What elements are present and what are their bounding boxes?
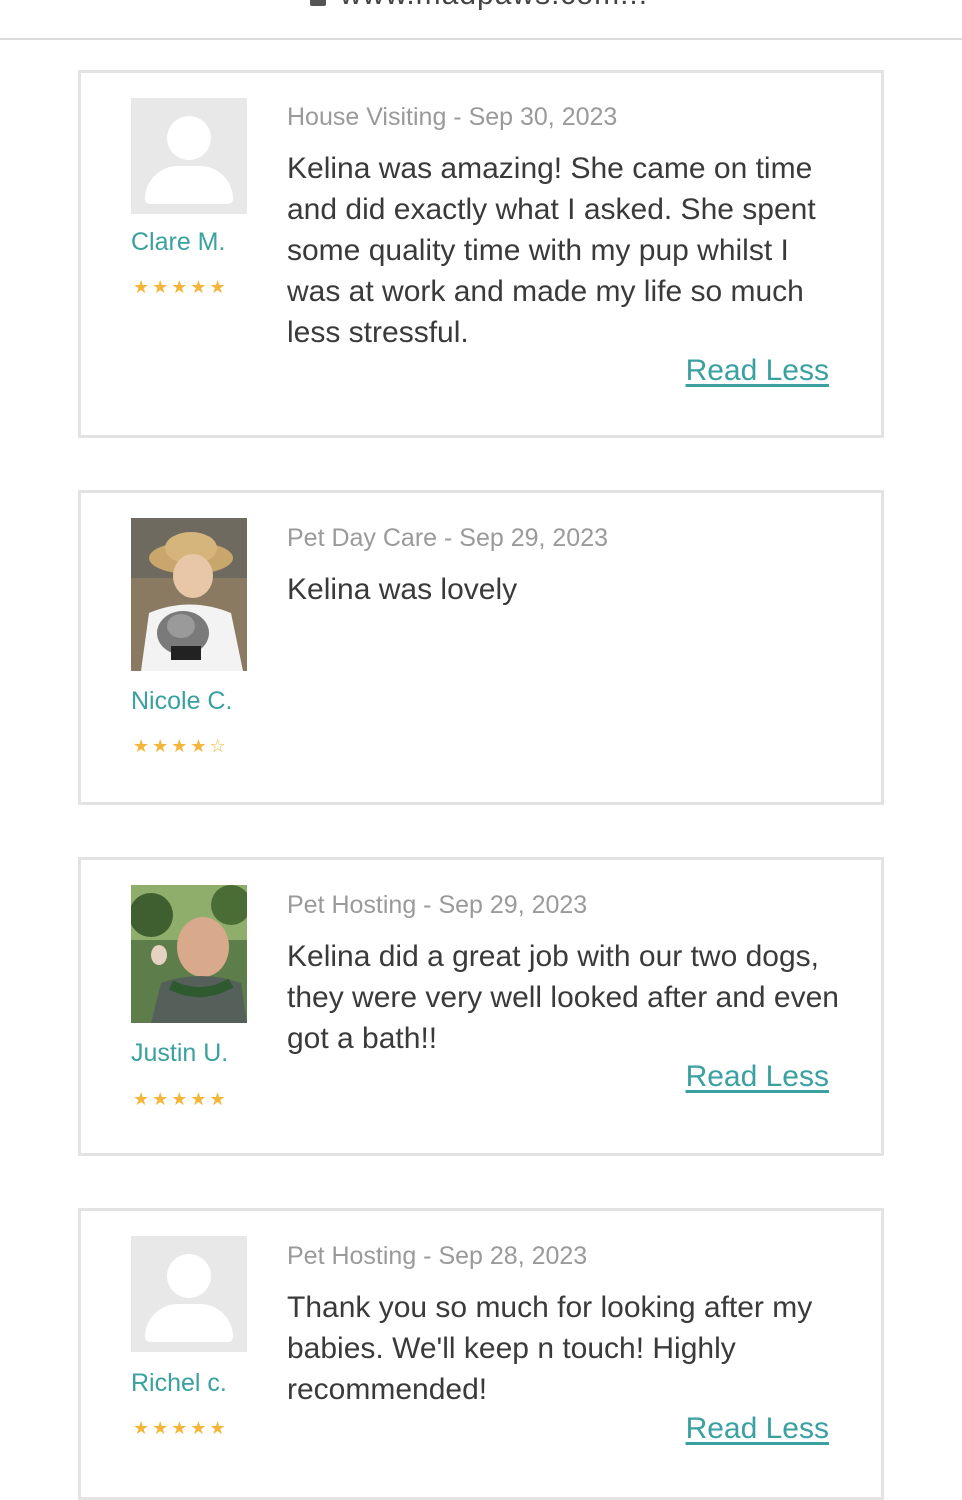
review-card: Richel c. ★★★★★ Pet Hosting - Sep 28, 20… (78, 1208, 884, 1500)
service-date: House Visiting - Sep 30, 2023 (287, 103, 618, 131)
avatar-placeholder[interactable] (131, 1236, 247, 1352)
review-card: Justin U. ★★★★★ Pet Hosting - Sep 29, 20… (78, 857, 884, 1156)
profile-photo (131, 518, 247, 671)
reviewer-name[interactable]: Richel c. (131, 1369, 227, 1398)
user-silhouette-icon (167, 116, 211, 160)
reviewer-name[interactable]: Clare M. (131, 228, 225, 257)
review-card: Nicole C. ★★★★☆ Pet Day Care - Sep 29, 2… (78, 490, 884, 805)
review-text: Kelina was amazing! She came on time and… (287, 152, 816, 349)
review-text: Kelina did a great job with our two dogs… (287, 940, 839, 1055)
profile-photo (131, 885, 247, 1023)
reviewer-name[interactable]: Justin U. (131, 1039, 228, 1068)
read-less-link[interactable]: Read Less (686, 1060, 829, 1094)
review-text: Thank you so much for looking after my b… (287, 1291, 813, 1406)
avatar[interactable] (131, 518, 247, 671)
browser-address-bar[interactable]: www.madpaws.com... (0, 0, 962, 40)
read-less-link[interactable]: Read Less (686, 1412, 829, 1446)
star-rating: ★★★★☆ (133, 736, 229, 756)
review-text: Kelina was lovely (287, 573, 518, 606)
star-rating: ★★★★★ (133, 277, 229, 297)
avatar[interactable] (131, 885, 247, 1023)
reviewer-name[interactable]: Nicole C. (131, 687, 232, 716)
service-date: Pet Day Care - Sep 29, 2023 (287, 524, 609, 552)
service-date: Pet Hosting - Sep 29, 2023 (287, 891, 588, 919)
star-rating: ★★★★★ (133, 1089, 229, 1109)
url-text[interactable]: www.madpaws.com... (340, 0, 648, 12)
review-card: Clare M. ★★★★★ House Visiting - Sep 30, … (78, 70, 884, 438)
user-silhouette-icon (167, 1254, 211, 1298)
lock-icon (310, 0, 326, 6)
read-less-link[interactable]: Read Less (686, 354, 829, 388)
avatar-placeholder[interactable] (131, 98, 247, 214)
service-date: Pet Hosting - Sep 28, 2023 (287, 1242, 588, 1270)
star-rating: ★★★★★ (133, 1418, 229, 1438)
